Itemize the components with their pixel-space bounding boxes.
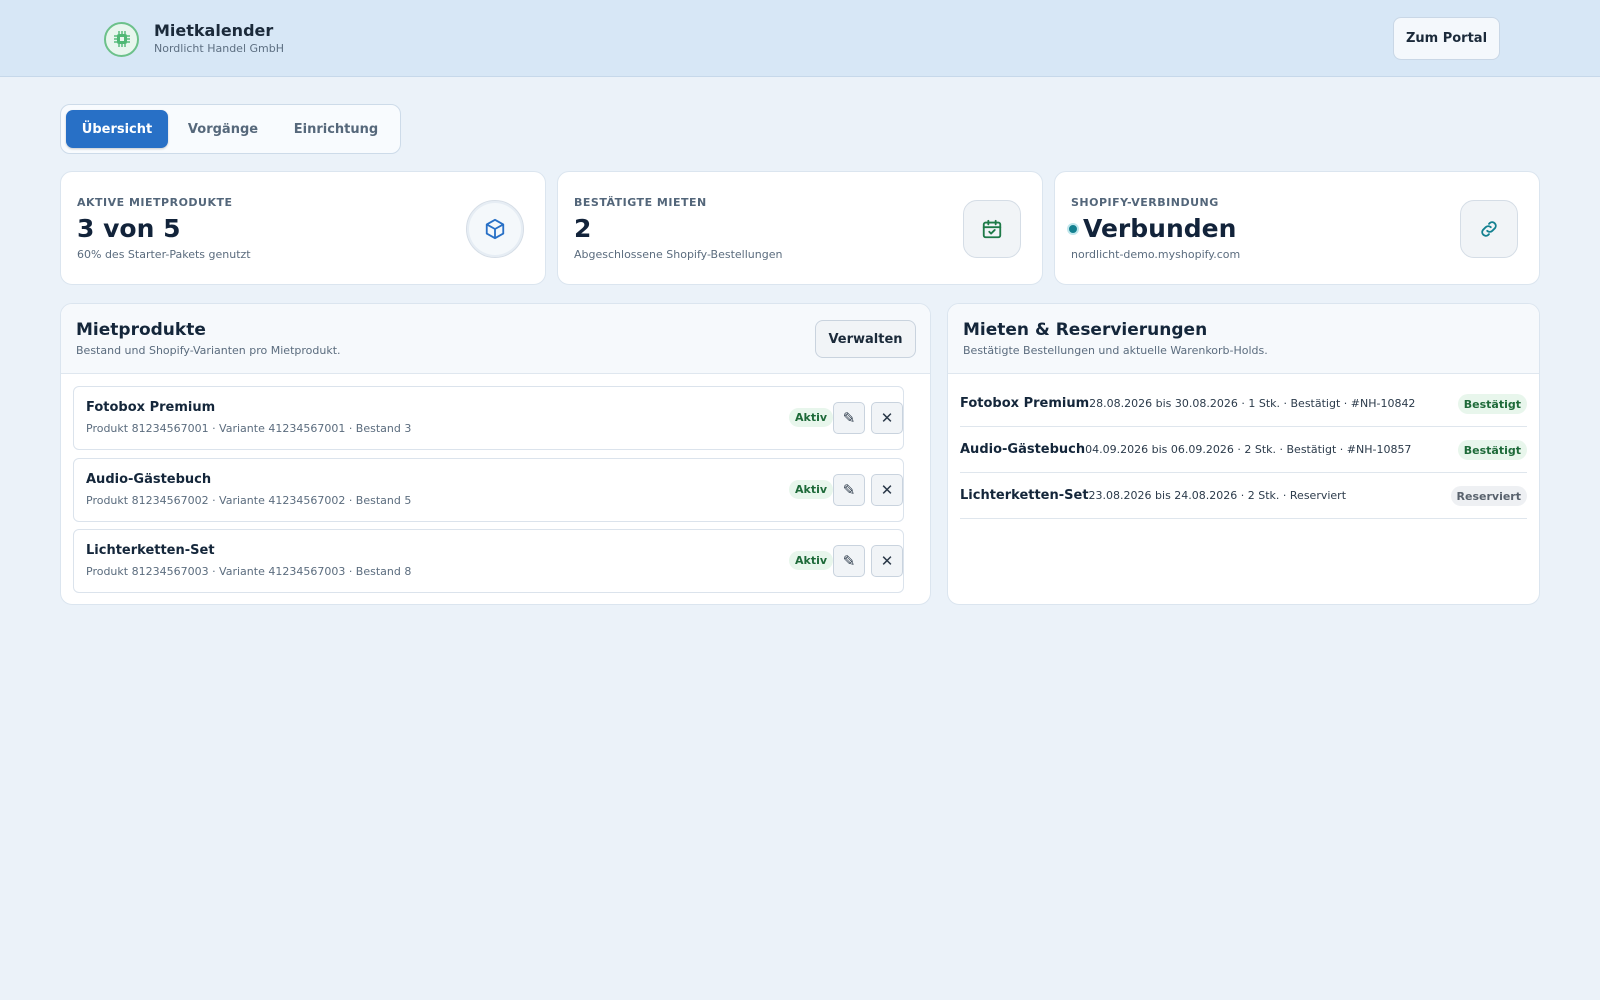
status-badge: Aktiv (789, 480, 834, 499)
tab-overview[interactable]: Übersicht (66, 110, 168, 148)
manage-button[interactable]: Verwalten (815, 320, 916, 358)
product-meta: Produkt 81234567001 · Variante 412345670… (86, 422, 412, 435)
panel-subtitle: Bestand und Shopify-Varianten pro Mietpr… (76, 344, 341, 357)
pencil-icon: ✎ (842, 552, 856, 570)
panel-header: Mietprodukte Bestand und Shopify-Variant… (61, 304, 930, 374)
product-name: Fotobox Premium (86, 400, 216, 415)
list-item: Audio-Gästebuch Produkt 81234567002 · Va… (73, 458, 904, 522)
stat-value: 3 von 5 (77, 212, 180, 246)
panel-header: Mieten & Reservierungen Bestätigte Beste… (948, 304, 1539, 374)
edit-button[interactable]: ✎ (833, 474, 865, 506)
list-item[interactable]: Audio-Gästebuch 04.09.2026 bis 06.09.202… (960, 427, 1527, 473)
close-icon: ✕ (880, 481, 894, 499)
stat-value-text: Verbunden (1083, 214, 1237, 243)
top-bar: Mietkalender Nordlicht Handel GmbH Zum P… (0, 0, 1600, 77)
tab-bar: Übersicht Vorgänge Einrichtung (60, 104, 401, 154)
portal-button[interactable]: Zum Portal (1393, 17, 1500, 60)
brand-text: Mietkalender Nordlicht Handel GmbH (154, 21, 284, 57)
tab-setup[interactable]: Einrichtung (278, 110, 394, 148)
rental-product-name: Audio-Gästebuch (960, 442, 1086, 457)
stat-card-confirmed-rentals: BESTÄTIGTE MIETEN 2 Abgeschlossene Shopi… (557, 171, 1043, 285)
list-item[interactable]: Lichterketten-Set 23.08.2026 bis 24.08.2… (960, 473, 1527, 519)
list-item: Fotobox Premium Produkt 81234567001 · Va… (73, 386, 904, 450)
products-panel: Mietprodukte Bestand und Shopify-Variant… (60, 303, 931, 605)
rental-meta: 04.09.2026 bis 06.09.2026 · 2 Stk. · Bes… (1085, 443, 1412, 456)
pencil-icon: ✎ (842, 481, 856, 499)
pencil-icon: ✎ (842, 409, 856, 427)
cube-icon (466, 200, 524, 258)
rentals-panel: Mieten & Reservierungen Bestätigte Beste… (947, 303, 1540, 605)
stat-description: Abgeschlossene Shopify-Bestellungen (574, 248, 783, 261)
delete-button[interactable]: ✕ (871, 474, 903, 506)
product-meta: Produkt 81234567002 · Variante 412345670… (86, 494, 412, 507)
stat-description: nordlicht-demo.myshopify.com (1071, 248, 1241, 261)
status-dot-icon (1067, 223, 1079, 235)
stat-label: AKTIVE MIETPRODUKTE (77, 196, 233, 209)
stat-value-text: 3 von 5 (77, 214, 181, 243)
status-badge: Aktiv (789, 408, 834, 427)
list-item[interactable]: Fotobox Premium 28.08.2026 bis 30.08.202… (960, 381, 1527, 427)
brand: Mietkalender Nordlicht Handel GmbH (104, 21, 284, 57)
panel-title: Mietprodukte (76, 320, 206, 340)
rental-product-name: Fotobox Premium (960, 396, 1090, 411)
company-name: Nordlicht Handel GmbH (154, 42, 284, 55)
list-item: Lichterketten-Set Produkt 81234567003 · … (73, 529, 904, 593)
edit-button[interactable]: ✎ (833, 545, 865, 577)
delete-button[interactable]: ✕ (871, 545, 903, 577)
stat-value: 2 (574, 212, 591, 246)
status-badge: Reserviert (1450, 486, 1527, 506)
panel-subtitle: Bestätigte Bestellungen und aktuelle War… (963, 344, 1268, 357)
close-icon: ✕ (880, 409, 894, 427)
stat-label: SHOPIFY-VERBINDUNG (1071, 196, 1219, 209)
stat-card-shopify-connection: SHOPIFY-VERBINDUNG Verbunden nordlicht-d… (1054, 171, 1540, 285)
stat-description: 60% des Starter-Pakets genutzt (77, 248, 251, 261)
stat-card-active-products: AKTIVE MIETPRODUKTE 3 von 5 60% des Star… (60, 171, 546, 285)
stat-value-text: 2 (574, 214, 592, 243)
calendar-check-icon (963, 200, 1021, 258)
stat-label: BESTÄTIGTE MIETEN (574, 196, 707, 209)
close-icon: ✕ (880, 552, 894, 570)
panel-title: Mieten & Reservierungen (963, 320, 1208, 340)
rental-product-name: Lichterketten-Set (960, 488, 1089, 503)
status-badge: Bestätigt (1457, 440, 1527, 460)
product-name: Audio-Gästebuch (86, 472, 212, 487)
rental-meta: 28.08.2026 bis 30.08.2026 · 1 Stk. · Bes… (1089, 397, 1416, 410)
rental-meta: 23.08.2026 bis 24.08.2026 · 2 Stk. · Res… (1088, 489, 1347, 502)
stat-value: Verbunden (1067, 212, 1237, 246)
edit-button[interactable]: ✎ (833, 402, 865, 434)
tab-processes[interactable]: Vorgänge (168, 110, 278, 148)
status-badge: Aktiv (789, 551, 834, 570)
app-title: Mietkalender (154, 21, 274, 40)
status-badge: Bestätigt (1457, 394, 1527, 414)
logo-chip-icon (104, 21, 139, 57)
link-icon (1460, 200, 1518, 258)
product-name: Lichterketten-Set (86, 543, 215, 558)
delete-button[interactable]: ✕ (871, 402, 903, 434)
product-meta: Produkt 81234567003 · Variante 412345670… (86, 565, 412, 578)
